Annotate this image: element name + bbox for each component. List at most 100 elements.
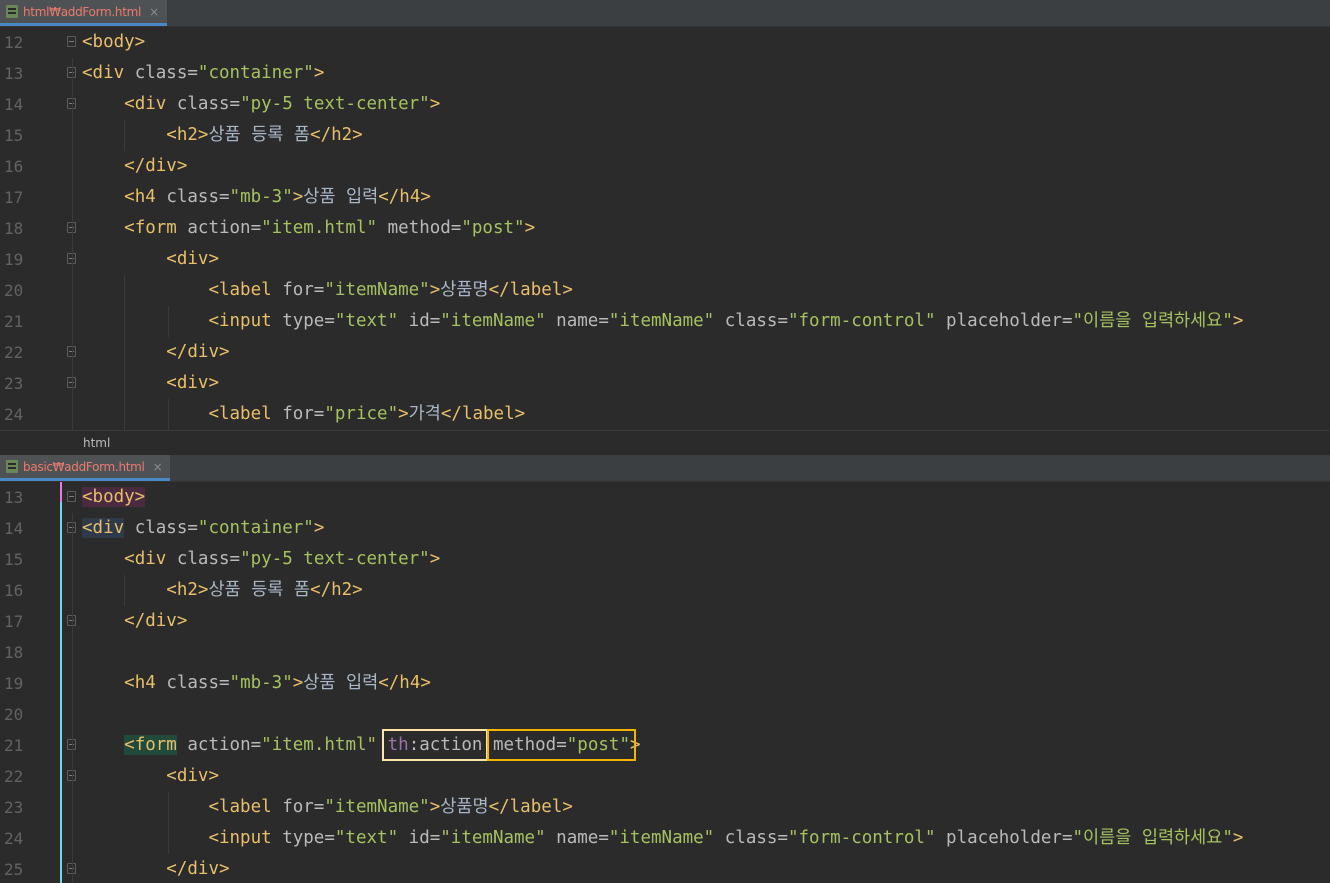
code-line[interactable]: 19 <h4 class="mb-3">상품 입력</h4> bbox=[0, 668, 1330, 699]
code-token: <h4 bbox=[124, 187, 167, 207]
indent-guide bbox=[124, 575, 125, 606]
code-token: "form-control" bbox=[787, 828, 936, 848]
code-line[interactable]: 22 </div> bbox=[0, 337, 1330, 368]
code-token: > bbox=[313, 518, 325, 538]
code-line[interactable]: 19 <div> bbox=[0, 244, 1330, 275]
close-icon[interactable]: × bbox=[149, 5, 159, 19]
code-line[interactable]: 23 <label for="itemName">상품명</label> bbox=[0, 792, 1330, 823]
code-line[interactable]: 14 <div class="container"> bbox=[0, 513, 1330, 544]
code-line[interactable]: 24 <input type="text" id="itemName" name… bbox=[0, 823, 1330, 854]
fold-marker-icon[interactable] bbox=[67, 36, 76, 47]
code-token: for= bbox=[282, 797, 325, 817]
code-line[interactable]: 21 <input type="text" id="itemName" name… bbox=[0, 306, 1330, 337]
code-line[interactable]: 13 <div class="container"> bbox=[0, 58, 1330, 89]
code-line[interactable]: 20 <label for="itemName">상품명</label> bbox=[0, 275, 1330, 306]
code-line[interactable]: 18 <form action="item.html" method="post… bbox=[0, 213, 1330, 244]
code-area[interactable]: 12 <body> 13 <div class="container"> 14 <div… bbox=[0, 27, 1330, 430]
code-line[interactable]: 17 <h4 class="mb-3">상품 입력</h4> bbox=[0, 182, 1330, 213]
highlight-th-action: th:action bbox=[381, 729, 489, 761]
code-token: 상품명 bbox=[440, 797, 489, 817]
code-token: "item.html" bbox=[261, 218, 378, 238]
indent-guide bbox=[72, 513, 73, 883]
line-number: 22 bbox=[4, 343, 24, 362]
code-token: for= bbox=[282, 280, 325, 300]
code-token: "itemName" bbox=[440, 828, 546, 848]
code-token: <div bbox=[124, 94, 177, 114]
code-token: <div> bbox=[166, 373, 219, 393]
code-token: </h4> bbox=[378, 187, 431, 207]
code-line[interactable]: 21 <form action="item.html" th:action me… bbox=[0, 729, 1330, 761]
code-token: > bbox=[629, 735, 641, 755]
line-number: 15 bbox=[4, 550, 24, 569]
code-text: <div> bbox=[82, 244, 219, 275]
code-token: > bbox=[429, 94, 441, 114]
indent-guide bbox=[124, 275, 125, 430]
code-text: </div> bbox=[82, 854, 230, 883]
line-number: 14 bbox=[4, 519, 24, 538]
code-line[interactable]: 12 <body> bbox=[0, 27, 1330, 58]
code-token: for= bbox=[282, 404, 325, 424]
code-token: method= bbox=[387, 218, 462, 238]
top-editor-pane[interactable]: html₩addForm.html × 12 <body> 13 <div class… bbox=[0, 0, 1330, 430]
code-token: <label bbox=[208, 280, 283, 300]
code-text: <body> bbox=[82, 482, 146, 513]
code-line[interactable]: 13 <body> bbox=[0, 482, 1330, 513]
close-icon[interactable]: × bbox=[153, 460, 163, 474]
code-area[interactable]: 13 <body> 14 <div class="container"> 15 <div… bbox=[0, 482, 1330, 883]
code-line[interactable]: 16 </div> bbox=[0, 151, 1330, 182]
code-token: "form-control" bbox=[787, 311, 936, 331]
code-line[interactable]: 20 bbox=[0, 699, 1330, 730]
code-token: </h2> bbox=[310, 580, 363, 600]
line-number: 25 bbox=[4, 860, 24, 879]
code-line[interactable]: 17 </div> bbox=[0, 606, 1330, 637]
code-token: "mb-3" bbox=[229, 673, 293, 693]
code-token: 상품명 bbox=[440, 280, 489, 300]
code-token: "이름을 입력하세요" bbox=[1072, 311, 1233, 331]
code-token: </div> bbox=[166, 859, 230, 879]
code-text: <body> bbox=[82, 27, 145, 58]
line-number: 13 bbox=[4, 64, 24, 83]
fold-marker-icon[interactable] bbox=[67, 491, 76, 502]
code-line[interactable]: 16 <h2>상품 등록 폼</h2> bbox=[0, 575, 1330, 606]
code-text: <form action="item.html" th:action metho… bbox=[82, 729, 641, 761]
bottom-editor-pane[interactable]: basic₩addForm.html × 13 <body> 14 <div clas… bbox=[0, 455, 1330, 883]
code-token: "item.html" bbox=[261, 735, 378, 755]
code-line[interactable]: 18 bbox=[0, 637, 1330, 668]
line-number: 23 bbox=[4, 374, 24, 393]
code-text: <label for="itemName">상품명</label> bbox=[82, 792, 572, 823]
code-line[interactable]: 23 <div> bbox=[0, 368, 1330, 399]
html-file-icon bbox=[6, 5, 18, 18]
line-number: 17 bbox=[4, 612, 24, 631]
code-text: <h4 class="mb-3">상품 입력</h4> bbox=[82, 182, 431, 213]
tab-basic-addform[interactable]: basic₩addForm.html × bbox=[0, 455, 171, 481]
code-line[interactable]: 22 <div> bbox=[0, 761, 1330, 792]
code-token: class= bbox=[176, 549, 241, 569]
breadcrumb[interactable]: html bbox=[83, 436, 110, 450]
code-token: class= bbox=[166, 187, 230, 207]
code-token: <input bbox=[208, 311, 283, 331]
code-token: <label bbox=[208, 404, 283, 424]
code-line[interactable]: 15 <div class="py-5 text-center"> bbox=[0, 544, 1330, 575]
code-line[interactable]: 25 </div> bbox=[0, 854, 1330, 883]
line-number: 17 bbox=[4, 188, 24, 207]
line-number: 13 bbox=[4, 488, 24, 507]
code-line[interactable]: 24 <label for="price">가격</label> bbox=[0, 399, 1330, 430]
code-token: "text" bbox=[334, 311, 399, 331]
tab-html-addform[interactable]: html₩addForm.html × bbox=[0, 0, 167, 26]
html-file-icon bbox=[6, 460, 18, 473]
code-token: </h2> bbox=[310, 125, 363, 145]
code-line[interactable]: 14 <div class="py-5 text-center"> bbox=[0, 89, 1330, 120]
code-token: > bbox=[313, 63, 325, 83]
code-token: "mb-3" bbox=[229, 187, 293, 207]
code-line[interactable]: 15 <h2>상품 등록 폼</h2> bbox=[0, 120, 1330, 151]
